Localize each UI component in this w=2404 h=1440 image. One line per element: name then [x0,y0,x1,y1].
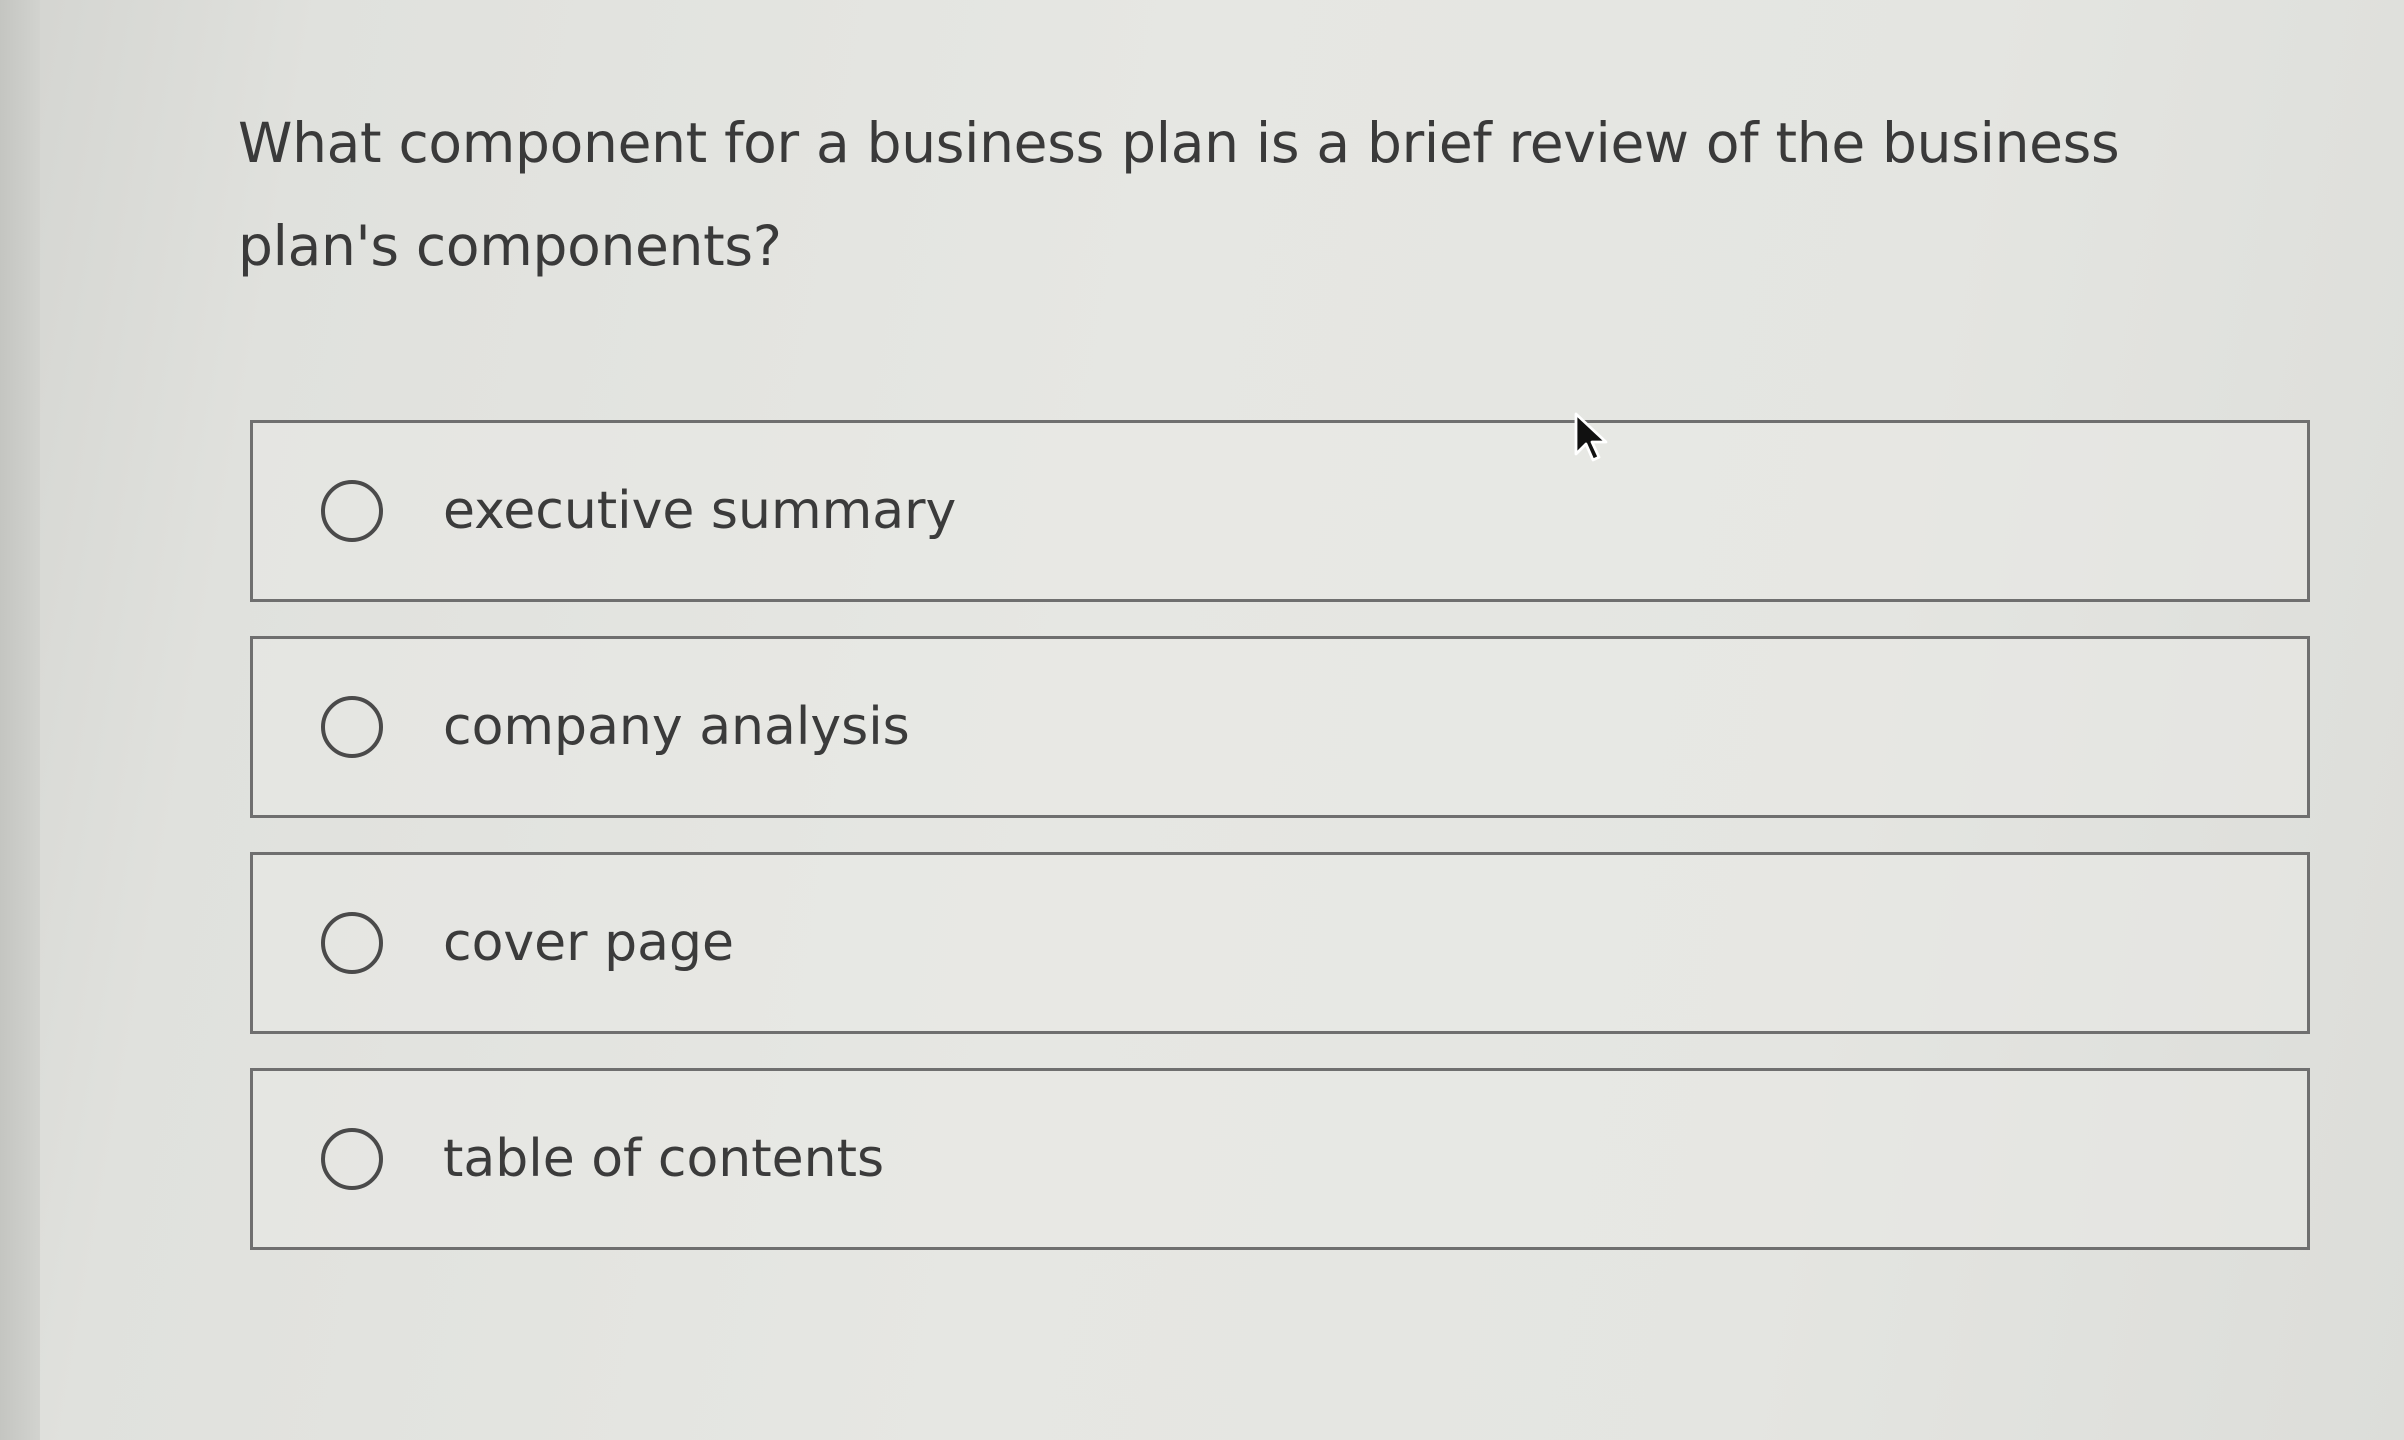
radio-unchecked-icon[interactable] [321,1128,383,1190]
option-label: cover page [443,913,734,973]
screen-edge [0,0,40,1440]
question-text: What component for a business plan is a … [238,111,2120,278]
option-label: table of contents [443,1129,885,1189]
radio-unchecked-icon[interactable] [321,696,383,758]
mouse-pointer-icon [1574,412,1608,462]
answer-options: executive summary company analysis cover… [250,420,2310,1284]
option-cover-page[interactable]: cover page [250,852,2310,1034]
radio-unchecked-icon[interactable] [321,912,383,974]
radio-unchecked-icon[interactable] [321,480,383,542]
option-label: executive summary [443,481,957,541]
option-company-analysis[interactable]: company analysis [250,636,2310,818]
option-table-of-contents[interactable]: table of contents [250,1068,2310,1250]
option-executive-summary[interactable]: executive summary [250,420,2310,602]
option-label: company analysis [443,697,910,757]
